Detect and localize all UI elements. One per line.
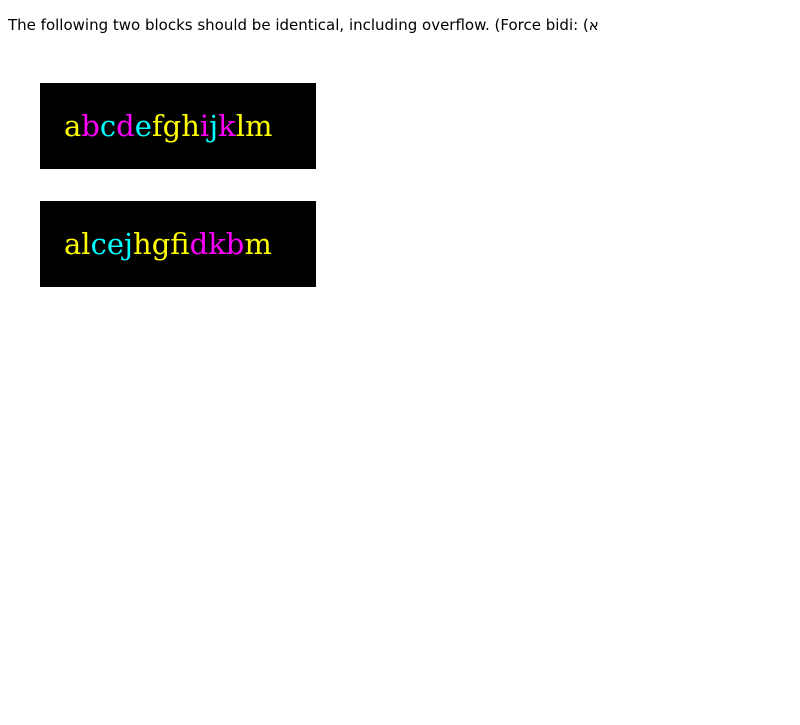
block-1-glyph: i xyxy=(199,109,210,143)
block-2-glyph: c xyxy=(90,227,107,261)
block-2-glyph: b xyxy=(225,227,245,261)
block-1-glyph: l xyxy=(235,109,246,143)
block-2-glyph: k xyxy=(208,227,226,261)
block-2-glyph: e xyxy=(106,227,124,261)
block-2-glyph: a xyxy=(64,227,82,261)
block-1-glyph: h xyxy=(181,109,200,143)
block-2-glyph: f xyxy=(170,227,190,261)
block-1-glyph: a xyxy=(64,109,82,143)
block-2-glyph: j xyxy=(124,227,133,261)
block-2-glyph: d xyxy=(189,227,209,261)
block-1-glyph: k xyxy=(218,109,236,143)
block-1-glyph: f xyxy=(151,109,163,143)
block-2-glyph: g xyxy=(151,227,171,261)
block-1-glyph: g xyxy=(162,109,182,143)
block-1-glyph: j xyxy=(209,109,219,143)
block-1-glyph: b xyxy=(81,109,100,143)
block-1-glyph: e xyxy=(134,109,152,143)
test-block-1: abcdefghijklm xyxy=(40,83,316,169)
block-1-glyph: d xyxy=(116,109,135,143)
block-2-glyph: l xyxy=(81,227,91,261)
block-2-glyph: h xyxy=(133,227,152,261)
block-1-glyph: m xyxy=(245,109,273,143)
intro-text: The following two blocks should be ident… xyxy=(8,16,599,34)
test-block-2: alcejhgfidkbm xyxy=(40,201,316,287)
block-1-glyph: c xyxy=(99,109,117,143)
block-2-glyph: m xyxy=(244,227,272,261)
